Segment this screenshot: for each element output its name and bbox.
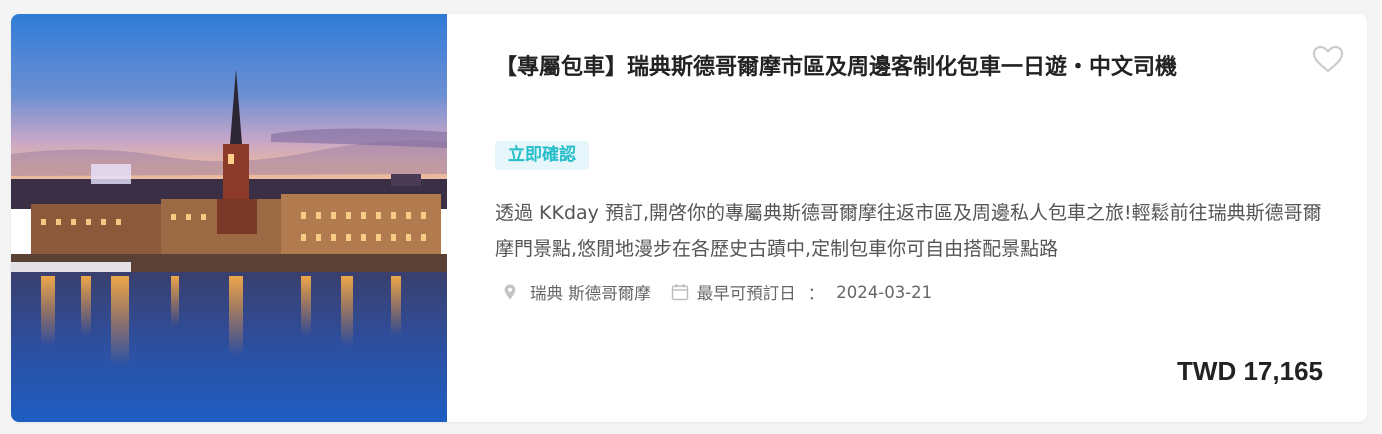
favorite-heart-icon[interactable] [1311, 44, 1345, 74]
product-info: 【專屬包車】瑞典斯德哥爾摩市區及周邊客制化包車一日遊・中文司機 立即確認 透過 … [495, 14, 1345, 422]
product-price: TWD 17,165 [1177, 356, 1323, 386]
product-meta: 瑞典 斯德哥爾摩 最早可預訂日 ： 2024-03-21 [495, 278, 932, 306]
stockholm-photo-illustration [11, 14, 447, 422]
product-description: 透過 KKday 預訂,開啓你的專屬典斯德哥爾摩往返市區及周邊私人包車之旅!輕鬆… [495, 202, 1322, 260]
earliest-date-value: 2024-03-21 [836, 282, 933, 302]
product-card[interactable]: 【專屬包車】瑞典斯德哥爾摩市區及周邊客制化包車一日遊・中文司機 立即確認 透過 … [11, 14, 1367, 422]
earliest-date-label: 最早可預訂日 [696, 284, 796, 303]
instant-confirm-badge: 立即確認 [495, 141, 589, 170]
earliest-date-separator: ： [807, 284, 825, 303]
product-photo[interactable] [11, 14, 447, 422]
calendar-icon [671, 283, 689, 301]
map-pin-icon [504, 284, 516, 300]
location-text: 瑞典 斯德哥爾摩 [530, 284, 651, 303]
product-title[interactable]: 【專屬包車】瑞典斯德哥爾摩市區及周邊客制化包車一日遊・中文司機 [495, 48, 1295, 88]
